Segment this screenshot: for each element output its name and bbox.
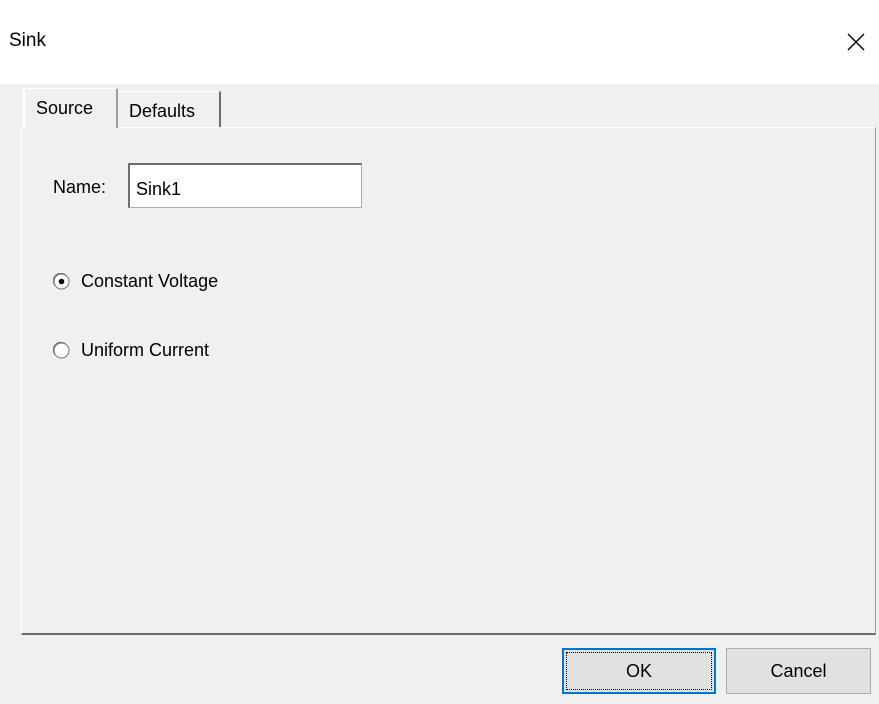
constant-voltage-option[interactable]: Constant Voltage [53, 271, 218, 292]
uniform-current-label: Uniform Current [81, 340, 210, 360]
ok-button[interactable]: OK [562, 648, 716, 694]
tab-defaults[interactable]: Defaults [119, 91, 221, 127]
tab-source[interactable]: Source [23, 88, 118, 128]
tab-defaults-label: Defaults [129, 101, 196, 121]
close-icon [847, 33, 865, 51]
dialog-window: Sink Source Defaults Name: Constant Volt… [0, 0, 879, 704]
close-button[interactable] [833, 16, 879, 68]
radio-selected-icon[interactable] [53, 273, 70, 290]
radio-unselected-icon[interactable] [53, 342, 70, 359]
tab-source-label: Source [36, 98, 94, 118]
window-title: Sink [9, 30, 46, 51]
constant-voltage-label: Constant Voltage [81, 271, 219, 291]
name-input[interactable] [128, 163, 362, 208]
uniform-current-option[interactable]: Uniform Current [53, 340, 209, 361]
cancel-button[interactable]: Cancel [726, 648, 871, 694]
title-bar[interactable]: Sink [0, 0, 879, 84]
name-label: Name: [53, 177, 107, 197]
focus-rectangle [566, 652, 712, 690]
cancel-button-label: Cancel [770, 660, 827, 681]
